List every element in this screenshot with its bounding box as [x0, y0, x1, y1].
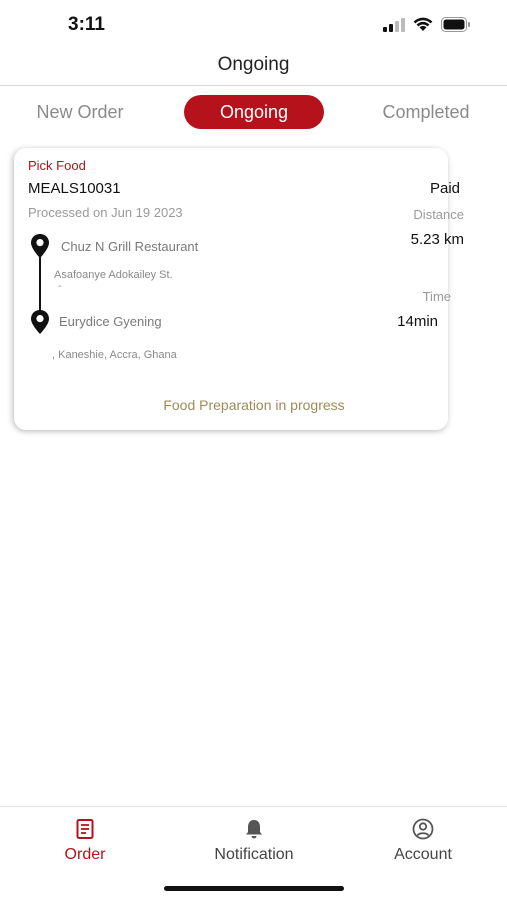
- user-circle-icon: [412, 818, 434, 840]
- header-divider: [0, 85, 507, 86]
- tab-completed[interactable]: Completed: [366, 95, 486, 129]
- status-time: 3:11: [68, 14, 105, 35]
- tab-ongoing[interactable]: Ongoing: [184, 95, 324, 129]
- bell-icon: [246, 820, 262, 839]
- page-title: Ongoing: [217, 54, 290, 75]
- dropoff-pin-icon: [31, 310, 49, 334]
- order-status-text: Food Preparation in progress: [163, 397, 345, 413]
- processed-date: Processed on Jun 19 2023: [28, 205, 183, 220]
- bottom-nav: Order Notification Account: [0, 812, 507, 872]
- nav-order[interactable]: Order: [15, 818, 155, 864]
- nav-order-label: Order: [64, 846, 106, 863]
- nav-account-label: Account: [394, 846, 452, 863]
- status-bar: 3:11: [0, 0, 507, 50]
- home-indicator: [164, 886, 344, 891]
- bottom-nav-divider: [0, 806, 507, 807]
- nav-account[interactable]: Account: [353, 818, 493, 864]
- dropoff-address: , Kaneshie, Accra, Ghana: [52, 349, 177, 361]
- battery-icon: [441, 17, 470, 32]
- order-tabs: New Order Ongoing Completed: [0, 95, 507, 129]
- route-line: [39, 256, 41, 311]
- dropoff-name: Eurydice Gyening: [59, 314, 162, 329]
- order-id: MEALS10031: [28, 180, 121, 197]
- nav-notification[interactable]: Notification: [184, 818, 324, 864]
- pickup-name: Chuz N Grill Restaurant: [61, 239, 199, 254]
- tab-new-order[interactable]: New Order: [20, 95, 140, 129]
- time-value: 14min: [397, 313, 438, 330]
- distance-label: Distance: [413, 207, 464, 222]
- time-label: Time: [422, 289, 451, 304]
- payment-status: Paid: [429, 180, 460, 197]
- cellular-signal-icon: [383, 17, 405, 32]
- order-card[interactable]: Pick Food MEALS10031 Paid Processed on J…: [14, 148, 464, 430]
- pickup-pin-icon: [31, 234, 49, 258]
- wifi-icon: [413, 17, 433, 31]
- order-type: Pick Food: [28, 158, 86, 173]
- distance-value: 5.23 km: [410, 231, 464, 248]
- receipt-icon: [76, 819, 94, 839]
- status-icons: [383, 17, 471, 32]
- pickup-address-line2: -: [58, 281, 62, 292]
- nav-notification-label: Notification: [214, 846, 294, 863]
- pickup-address: Asafoanye Adokailey St.: [54, 269, 173, 281]
